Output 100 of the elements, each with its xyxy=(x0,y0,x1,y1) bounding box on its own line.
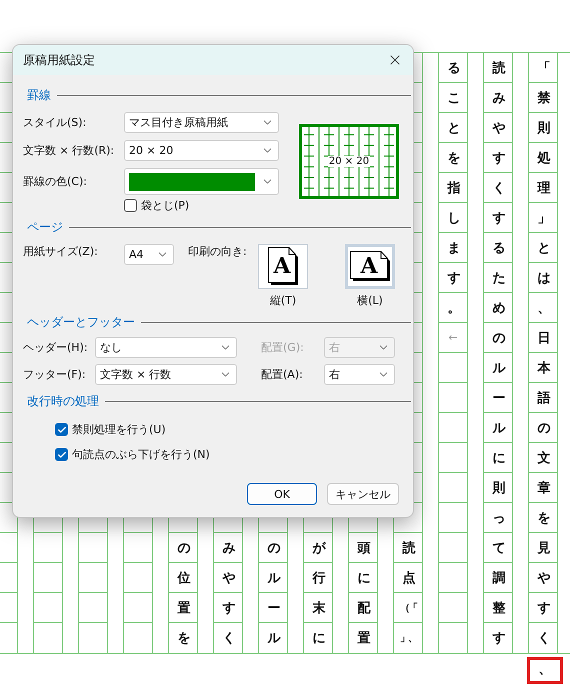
checkbox[interactable]: 禁則処理を行う(U) xyxy=(55,422,166,437)
manuscript-character: 理 xyxy=(538,180,548,196)
manuscript-character: や xyxy=(492,120,504,136)
manuscript-character: ー xyxy=(268,600,278,616)
checkbox[interactable]: 袋とじ(P) xyxy=(124,198,190,213)
field-label: 印刷の向き: xyxy=(188,244,248,259)
dialog-button[interactable]: OK xyxy=(247,483,317,505)
manuscript-character: 章 xyxy=(538,480,548,496)
orientation-button[interactable]: A xyxy=(345,244,395,289)
manuscript-character: 行 xyxy=(312,570,324,586)
manuscript-character: し xyxy=(448,210,458,226)
orientation-label: 縦(T) xyxy=(270,293,296,308)
manuscript-character: 指 xyxy=(448,180,458,196)
preview-label: 20 × 20 xyxy=(328,156,370,167)
manuscript-character: く xyxy=(492,180,504,196)
manuscript-character: る xyxy=(448,60,458,76)
manuscript-character: く xyxy=(538,630,548,647)
manuscript-character: ー xyxy=(492,390,504,406)
field-label: スタイル(S): xyxy=(23,115,88,130)
manuscript-character: を xyxy=(538,510,548,526)
field-label: フッター(F): xyxy=(23,367,87,382)
color-dropdown[interactable] xyxy=(124,168,279,195)
manuscript-character: 読 xyxy=(402,540,414,556)
manuscript-character: め xyxy=(492,300,504,316)
field-label: 配置(A): xyxy=(261,367,304,382)
manuscript-character: 読 xyxy=(492,60,504,76)
window-title: 原稿用紙設定 xyxy=(23,52,95,68)
document-icon: A xyxy=(350,251,390,282)
manuscript-character: 」、 xyxy=(400,632,416,645)
manuscript-character: み xyxy=(222,540,234,556)
manuscript-character: 則 xyxy=(538,120,548,136)
manuscript-character: 日 xyxy=(538,330,548,346)
grid-size-dropdown[interactable]: 20 × 20 xyxy=(124,140,279,161)
manuscript-character: 末 xyxy=(312,600,324,616)
manuscript-character: の xyxy=(492,330,504,346)
manuscript-character: は xyxy=(538,270,548,286)
manuscript-character: 調 xyxy=(492,570,504,586)
manuscript-character: 整 xyxy=(492,600,504,616)
manuscript-character: 頭 xyxy=(358,540,368,556)
document-icon: A xyxy=(268,247,298,286)
manuscript-character: （「 xyxy=(400,602,416,614)
manuscript-character: 。 xyxy=(448,300,458,316)
manuscript-character: ル xyxy=(268,630,278,647)
field-label: ヘッダー(H): xyxy=(23,340,89,355)
manuscript-character: す xyxy=(492,630,504,647)
style-dropdown[interactable]: マス目付き原稿用紙 xyxy=(124,112,279,133)
field-label: 罫線の色(C): xyxy=(23,174,88,189)
manuscript-character: す xyxy=(538,600,548,616)
dialog-button[interactable]: キャンセル xyxy=(327,483,399,505)
manuscript-character: す xyxy=(492,210,504,226)
checkbox[interactable]: 句読点のぶら下げを行う(N) xyxy=(55,447,210,462)
manuscript-character: て xyxy=(492,540,504,556)
manuscript-character: す xyxy=(448,270,458,286)
manuscript-character: 文 xyxy=(538,450,548,466)
dropdown[interactable]: なし xyxy=(95,337,237,358)
manuscript-character: 」 xyxy=(538,210,548,226)
manuscript-character: る xyxy=(492,240,504,256)
manuscript-character: 禁 xyxy=(538,90,548,106)
manuscript-character: み xyxy=(492,90,504,106)
manuscript-character: を xyxy=(448,150,458,166)
manuscript-character: に xyxy=(492,450,504,466)
manuscript-character: ま xyxy=(448,240,458,256)
manuscript-character: ル xyxy=(268,570,278,586)
paper-size-dropdown[interactable]: A4 xyxy=(124,244,174,265)
manuscript-character: 置 xyxy=(178,600,188,616)
manuscript-character: 位 xyxy=(178,570,188,586)
section-title: ページ xyxy=(27,219,63,236)
orientation-button[interactable]: A xyxy=(258,244,308,289)
manuscript-character: ル xyxy=(492,420,504,436)
manuscript-character: を xyxy=(178,630,188,647)
field-label: 文字数 × 行数(R): xyxy=(23,143,116,158)
manuscript-character: 本 xyxy=(538,360,548,376)
manuscript-character: 、 xyxy=(538,300,548,316)
manuscript-character: と xyxy=(448,120,458,136)
alignment-dropdown[interactable]: 右 xyxy=(324,364,395,385)
manuscript-character: の xyxy=(538,420,548,436)
manuscript-character: と xyxy=(538,240,548,256)
check-icon xyxy=(56,424,66,434)
dropdown[interactable]: 文字数 × 行数 xyxy=(95,364,237,385)
manuscript-character: す xyxy=(222,600,234,616)
manuscript-character: 見 xyxy=(538,540,548,556)
manuscript-character: や xyxy=(538,570,548,586)
manuscript-character: が xyxy=(312,540,324,556)
manuscript-character: に xyxy=(312,630,324,647)
manuscript-character: 語 xyxy=(538,390,548,406)
manuscript-character: や xyxy=(222,570,234,586)
manuscript-character: 則 xyxy=(492,480,504,496)
manuscript-character: に xyxy=(358,570,368,586)
manuscript-character: た xyxy=(492,270,504,286)
manuscript-character: 配 xyxy=(358,600,368,616)
orientation-label: 横(L) xyxy=(357,293,383,308)
manuscript-character: 点 xyxy=(402,570,414,586)
manuscript-character: 処 xyxy=(538,150,548,166)
manuscript-character: っ xyxy=(492,510,504,526)
field-label: 配置(G): xyxy=(261,340,305,355)
field-label: 用紙サイズ(Z): xyxy=(23,244,99,259)
check-icon xyxy=(56,450,66,460)
manuscript-character: の xyxy=(268,540,278,556)
section-title: 改行時の処理 xyxy=(27,393,99,410)
section-title: 罫線 xyxy=(27,87,51,104)
